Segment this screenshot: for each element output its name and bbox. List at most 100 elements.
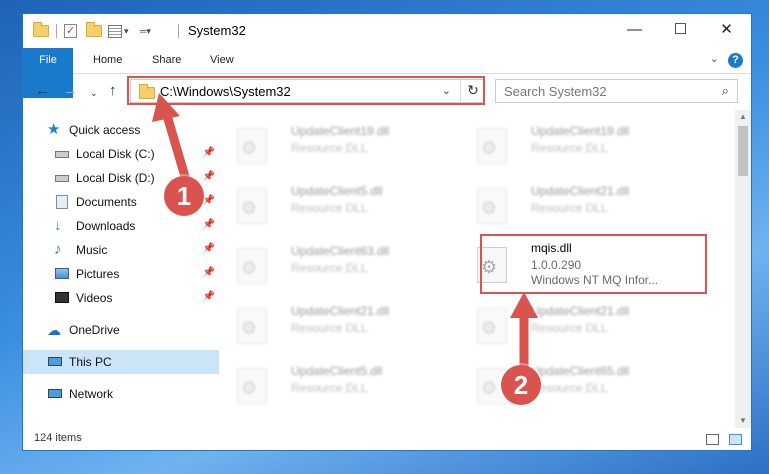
sidebar-item-label: Network <box>69 387 114 401</box>
tab-view[interactable]: View <box>210 48 234 73</box>
scroll-up-icon[interactable]: ▲ <box>735 110 751 124</box>
file-desc: Resource DLL <box>291 261 368 275</box>
sidebar-item-label: Local Disk (D:) <box>76 171 155 185</box>
file-desc: Resource DLL <box>291 141 368 155</box>
list-item[interactable]: UpdateClient21.dll Resource DLL <box>459 180 679 230</box>
address-highlight <box>127 76 485 105</box>
back-arrow-icon[interactable]: ← <box>35 82 50 100</box>
dll-file-icon <box>237 188 267 224</box>
help-icon[interactable]: ? <box>728 53 743 68</box>
ribbon: File Home Share View ⌄ ? <box>23 48 751 98</box>
vertical-scrollbar[interactable]: ▲ ▼ <box>735 110 751 428</box>
new-folder-icon[interactable] <box>86 22 102 39</box>
dll-file-icon <box>477 188 507 224</box>
navigation-bar: ← → ⌄ ↑ C:\Windows\System32 ⌄ ↻ Search S… <box>23 74 751 108</box>
scroll-thumb[interactable] <box>738 126 748 176</box>
documents-icon <box>54 194 70 210</box>
star-icon: ★ <box>47 121 61 138</box>
tab-home[interactable]: Home <box>93 48 122 73</box>
file-desc: Resource DLL <box>291 321 368 335</box>
pin-icon[interactable]: 📌 <box>203 267 215 278</box>
pin-icon[interactable]: 📌 <box>203 219 215 230</box>
pin-icon[interactable]: 📌 <box>203 171 215 182</box>
sidebar-item-videos[interactable]: Videos 📌 <box>23 286 219 310</box>
details-view-icon[interactable] <box>706 434 719 445</box>
sidebar-item-label: Local Disk (C:) <box>76 147 155 161</box>
recent-locations-icon[interactable]: ⌄ <box>90 84 98 102</box>
list-item[interactable]: UpdateClient5.dll Resource DLL <box>219 360 439 410</box>
pin-icon[interactable]: 📌 <box>203 243 215 254</box>
list-item[interactable]: UpdateClient19.dll Resource DLL <box>219 120 439 170</box>
list-item[interactable]: UpdateClient63.dll Resource DLL <box>219 240 439 290</box>
search-input[interactable]: Search System32 ⌕ <box>495 79 738 103</box>
customize-dropdown-icon[interactable]: ▾ <box>124 23 129 39</box>
close-button[interactable]: ✕ <box>704 14 749 46</box>
minimize-button[interactable]: — <box>612 14 657 46</box>
dll-file-icon <box>477 128 507 164</box>
sidebar-item-pictures[interactable]: Pictures 📌 <box>23 262 219 286</box>
sidebar-item-this-pc[interactable]: This PC <box>23 350 219 374</box>
tab-share[interactable]: Share <box>152 48 181 73</box>
file-desc: Resource DLL <box>291 201 368 215</box>
file-name: UpdateClient21.dll <box>291 304 390 318</box>
sidebar-item-label: Pictures <box>76 267 120 281</box>
sidebar-item-onedrive[interactable]: ☁ OneDrive <box>23 318 219 342</box>
pictures-icon <box>54 266 70 282</box>
dll-file-icon <box>477 308 507 344</box>
sidebar-item-network[interactable]: Network <box>23 382 219 406</box>
file-name: UpdateClient19.dll <box>291 124 390 138</box>
dll-file-icon <box>237 308 267 344</box>
large-icons-view-icon[interactable] <box>729 434 742 445</box>
drive-icon <box>54 170 70 186</box>
file-desc: Resource DLL <box>531 141 608 155</box>
window-title: System32 <box>188 23 246 38</box>
step-1-badge: 1 <box>164 176 204 216</box>
folder-icon <box>33 22 49 39</box>
scroll-down-icon[interactable]: ▼ <box>735 414 751 428</box>
list-item[interactable]: UpdateClient19.dll Resource DLL <box>459 120 679 170</box>
list-item[interactable]: UpdateClient21.dll Resource DLL <box>219 300 439 350</box>
file-desc: Resource DLL <box>291 381 368 395</box>
explorer-window: ✓ ▾ ═▾ System32 — ☐ ✕ File Home Share Vi… <box>22 13 752 451</box>
videos-icon <box>54 290 70 306</box>
sidebar-item-label: Quick access <box>69 123 141 137</box>
list-item[interactable]: UpdateClient21.dll Resource DLL <box>459 300 679 350</box>
up-arrow-icon[interactable]: ↑ <box>109 82 117 100</box>
file-desc: Resource DLL <box>531 321 608 335</box>
properties-icon[interactable] <box>108 23 122 39</box>
sidebar-item-label: This PC <box>69 355 112 369</box>
network-icon <box>47 386 63 402</box>
file-name: UpdateClient63.dll <box>291 244 390 258</box>
file-name: UpdateClient19.dll <box>531 124 630 138</box>
sidebar-item-quick-access[interactable]: ★ Quick access <box>23 118 219 142</box>
list-item[interactable]: UpdateClient65.dll Resource DLL <box>459 360 679 410</box>
maximize-button[interactable]: ☐ <box>658 14 703 46</box>
forward-arrow-icon[interactable]: → <box>63 82 78 100</box>
title-bar: ✓ ▾ ═▾ System32 — ☐ ✕ <box>23 14 751 48</box>
dll-file-icon <box>237 128 267 164</box>
sidebar-item-downloads[interactable]: ↓ Downloads 📌 <box>23 214 219 238</box>
navigation-pane: ★ Quick access Local Disk (C:) 📌 Local D… <box>23 110 219 420</box>
file-desc: Resource DLL <box>531 381 608 395</box>
file-desc: Resource DLL <box>531 201 608 215</box>
search-icon[interactable]: ⌕ <box>722 83 729 99</box>
quick-access-menu-icon[interactable]: ═▾ <box>140 23 151 39</box>
sidebar-item-local-disk-c[interactable]: Local Disk (C:) 📌 <box>23 142 219 166</box>
step-2-badge: 2 <box>501 365 541 405</box>
properties-check-icon[interactable]: ✓ <box>64 23 77 39</box>
separator <box>56 23 57 39</box>
sidebar-item-music[interactable]: ♪ Music 📌 <box>23 238 219 262</box>
file-name: UpdateClient21.dll <box>531 304 630 318</box>
ribbon-expand-icon[interactable]: ⌄ <box>710 52 719 65</box>
cloud-icon: ☁ <box>47 322 61 338</box>
pin-icon[interactable]: 📌 <box>203 147 215 158</box>
sidebar-item-label: Downloads <box>76 219 136 233</box>
drive-icon <box>54 146 70 162</box>
sidebar-item-label: Documents <box>76 195 137 209</box>
download-icon: ↓ <box>54 217 62 234</box>
status-bar: 124 items <box>23 428 751 450</box>
pin-icon[interactable]: 📌 <box>203 291 215 302</box>
pin-icon[interactable]: 📌 <box>203 195 215 206</box>
file-name: UpdateClient5.dll <box>291 364 383 378</box>
list-item[interactable]: UpdateClient5.dll Resource DLL <box>219 180 439 230</box>
